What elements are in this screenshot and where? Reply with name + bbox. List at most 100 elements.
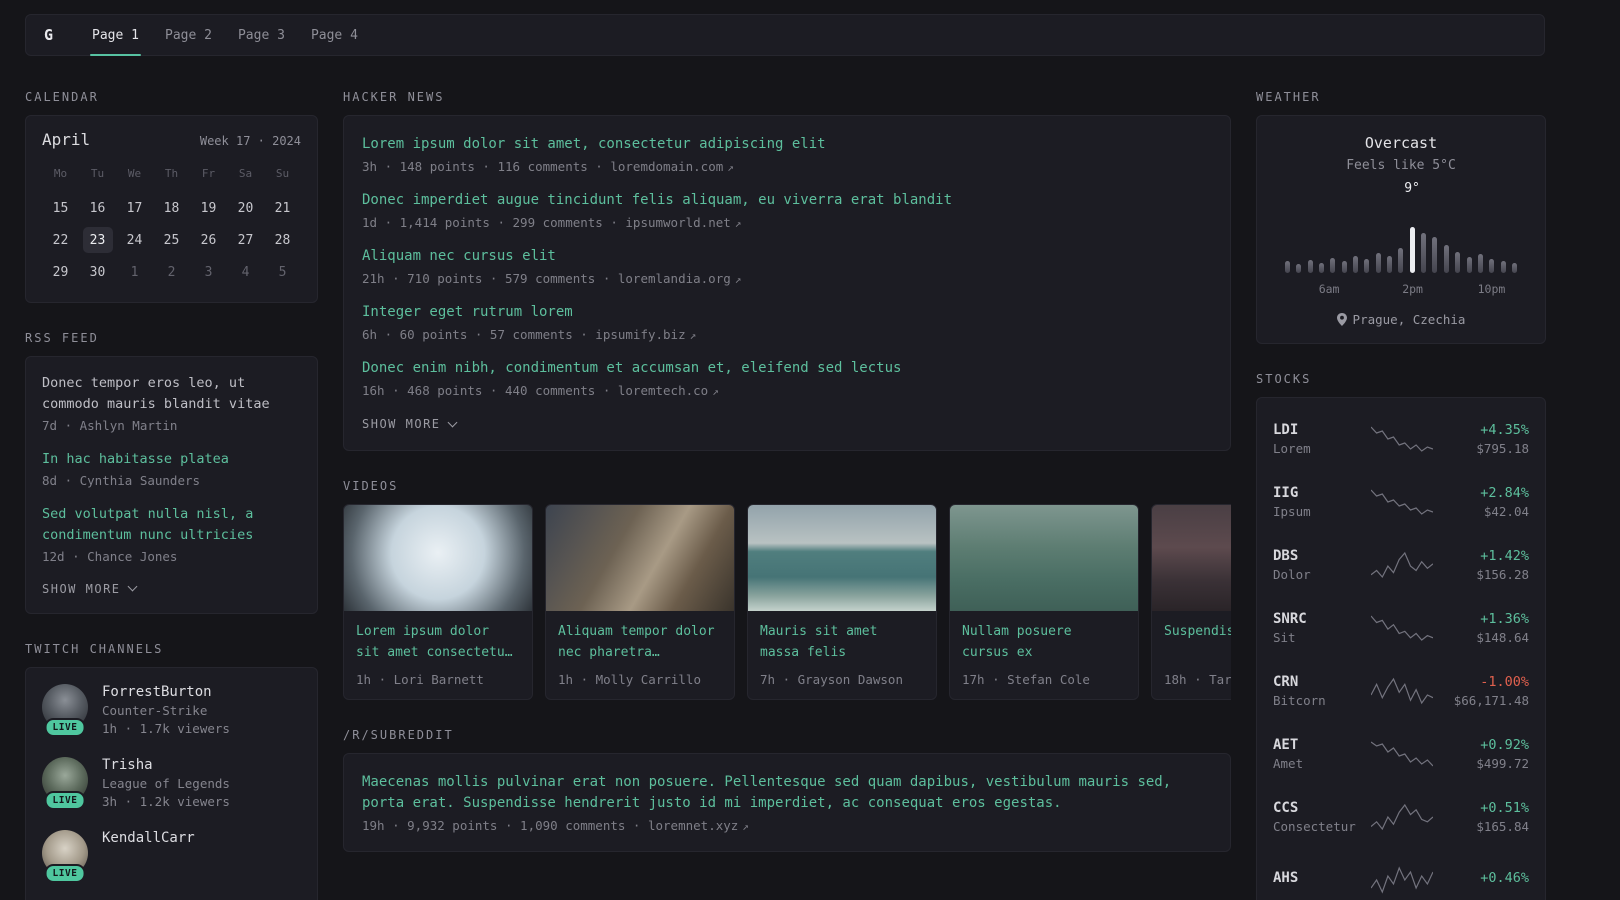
stock-name: Bitcorn bbox=[1273, 692, 1326, 708]
header-tab[interactable]: Page 2 bbox=[152, 15, 225, 55]
twitch-channel-info: KendallCarr bbox=[102, 830, 195, 876]
twitch-channel[interactable]: LIVE Trisha League of Legends 3h · 1.2k … bbox=[42, 756, 301, 810]
video-title[interactable]: Lorem ipsum dolor sit amet consectetu… bbox=[356, 621, 520, 663]
header-tab[interactable]: Page 3 bbox=[225, 15, 298, 55]
sparkline-chart bbox=[1371, 489, 1433, 515]
hn-item-domain-link[interactable]: loremdomain.com ↗ bbox=[610, 159, 734, 174]
hn-item-title[interactable]: Lorem ipsum dolor sit amet, consectetur … bbox=[362, 134, 1212, 155]
twitch-card: LIVE ForrestBurton Counter-Strike 1h · 1… bbox=[25, 666, 318, 900]
stock-row[interactable]: CRN Bitcorn -1.00% $66,171.48 bbox=[1273, 659, 1529, 722]
video-body: Lorem ipsum dolor sit amet consectetu… 1… bbox=[344, 611, 532, 699]
rss-item-title[interactable]: Sed volutpat nulla nisl, a condimentum n… bbox=[42, 504, 301, 546]
video-meta: 17h · Stefan Cole bbox=[962, 672, 1090, 687]
stock-change: +0.92% bbox=[1480, 736, 1529, 753]
external-link-icon: ↗ bbox=[734, 217, 742, 230]
weather-bar bbox=[1489, 259, 1495, 273]
calendar-day: 26 bbox=[200, 232, 217, 248]
hn-item-domain-link[interactable]: loremtech.co ↗ bbox=[618, 383, 719, 398]
stock-info: CCS Consectetur bbox=[1273, 800, 1367, 834]
stock-change: +2.84% bbox=[1480, 484, 1529, 501]
logo[interactable]: G bbox=[44, 15, 79, 55]
weather-bar bbox=[1511, 263, 1517, 273]
stock-row[interactable]: LDI Lorem +4.35% $795.18 bbox=[1273, 407, 1529, 470]
rss-item-meta: 12d · Chance Jones bbox=[42, 548, 178, 564]
stock-row[interactable]: AET Amet +0.92% $499.72 bbox=[1273, 722, 1529, 785]
subreddit-post-title[interactable]: Maecenas mollis pulvinar erat non posuer… bbox=[362, 772, 1212, 814]
calendar-day: 22 bbox=[52, 232, 69, 248]
stock-name: Dolor bbox=[1273, 566, 1311, 582]
video-card[interactable]: Nullam posuere cursus ex 17h · Stefan Co… bbox=[949, 504, 1139, 700]
hn-item-domain-link[interactable]: ipsumworld.net ↗ bbox=[625, 215, 741, 230]
video-card[interactable]: Suspendisse diam 18h · Tara bbox=[1151, 504, 1231, 700]
calendar-day: 29 bbox=[52, 264, 69, 280]
left-column: CALENDAR April Week 17 · 2024 Mo Tu We T… bbox=[25, 90, 318, 900]
video-title[interactable]: Nullam posuere cursus ex bbox=[962, 621, 1126, 663]
calendar-day: 17 bbox=[126, 200, 143, 216]
section-title-weather: WEATHER bbox=[1256, 90, 1321, 104]
stock-symbol: AHS bbox=[1273, 870, 1299, 886]
hn-item-title[interactable]: Donec imperdiet augue tincidunt felis al… bbox=[362, 190, 1212, 211]
hn-item: Aliquam nec cursus elit 21h · 710 points… bbox=[362, 246, 1212, 286]
hn-item-title[interactable]: Aliquam nec cursus elit bbox=[362, 246, 1212, 267]
twitch-channel[interactable]: LIVE KendallCarr bbox=[42, 829, 301, 883]
weather-bar bbox=[1387, 256, 1393, 273]
stock-sparkline bbox=[1367, 550, 1437, 580]
stock-symbol: IIG bbox=[1273, 484, 1299, 501]
video-thumbnail bbox=[546, 505, 734, 611]
stock-change: +0.51% bbox=[1480, 799, 1529, 816]
calendar-day: 4 bbox=[241, 264, 250, 280]
hn-item-title[interactable]: Donec enim nibh, condimentum et accumsan… bbox=[362, 358, 1212, 379]
live-badge: LIVE bbox=[44, 717, 86, 737]
stock-row[interactable]: DBS Dolor +1.42% $156.28 bbox=[1273, 533, 1529, 596]
stock-row[interactable]: IIG Ipsum +2.84% $42.04 bbox=[1273, 470, 1529, 533]
stock-price: $148.64 bbox=[1476, 629, 1529, 645]
twitch-section: TWITCH CHANNELS LIVE ForrestBurton Count… bbox=[25, 642, 318, 900]
sparkline-chart bbox=[1371, 741, 1433, 766]
header-tab[interactable]: Page 1 bbox=[79, 15, 152, 56]
video-title[interactable]: Aliquam tempor dolor nec pharetra… bbox=[558, 621, 722, 663]
video-title[interactable]: Mauris sit amet massa felis bbox=[760, 621, 924, 663]
rss-item-title[interactable]: Donec tempor eros leo, ut commodo mauris… bbox=[42, 373, 301, 415]
hn-item: Lorem ipsum dolor sit amet, consectetur … bbox=[362, 134, 1212, 174]
video-card[interactable]: Mauris sit amet massa felis 7h · Grayson… bbox=[747, 504, 937, 700]
hn-item-title[interactable]: Integer eget rutrum lorem bbox=[362, 302, 1212, 323]
calendar-day: 25 bbox=[163, 232, 180, 248]
rss-show-more-button[interactable]: SHOW MORE bbox=[42, 582, 137, 596]
hn-item-domain-link[interactable]: loremlandia.org ↗ bbox=[618, 271, 742, 286]
twitch-channel-name: KendallCarr bbox=[102, 829, 195, 846]
video-title[interactable]: Suspendisse diam bbox=[1164, 621, 1231, 663]
calendar-day: 2 bbox=[167, 264, 176, 280]
stock-row[interactable]: CCS Consectetur +0.51% $165.84 bbox=[1273, 785, 1529, 848]
header-tabs: Page 1 Page 2 Page 3 Page 4 bbox=[79, 15, 371, 56]
rss-section: RSS FEED Donec tempor eros leo, ut commo… bbox=[25, 331, 318, 614]
stock-info: AET Amet bbox=[1273, 737, 1367, 771]
weather-bar bbox=[1466, 257, 1472, 273]
stock-row[interactable]: AHS +0.46% bbox=[1273, 848, 1529, 900]
content: CALENDAR April Week 17 · 2024 Mo Tu We T… bbox=[0, 90, 1620, 900]
hn-item-domain-link[interactable]: ipsumify.biz ↗ bbox=[595, 327, 696, 342]
stock-name: Lorem bbox=[1273, 440, 1311, 456]
twitch-channel-meta: 1h · 1.7k viewers bbox=[102, 720, 230, 736]
stock-row[interactable]: SNRC Sit +1.36% $148.64 bbox=[1273, 596, 1529, 659]
calendar-day: 28 bbox=[274, 232, 291, 248]
calendar-day: 21 bbox=[274, 200, 291, 216]
twitch-channel-info: ForrestBurton Counter-Strike 1h · 1.7k v… bbox=[102, 684, 230, 736]
header-tab[interactable]: Page 4 bbox=[298, 15, 371, 55]
stock-price: $165.84 bbox=[1476, 818, 1529, 834]
video-card[interactable]: Lorem ipsum dolor sit amet consectetu… 1… bbox=[343, 504, 533, 700]
stock-price: $499.72 bbox=[1476, 755, 1529, 771]
hn-item-meta-text: 1d · 1,414 points · 299 comments · bbox=[362, 215, 626, 230]
twitch-channel[interactable]: LIVE ForrestBurton Counter-Strike 1h · 1… bbox=[42, 683, 301, 737]
subreddit-post-domain-link[interactable]: loremnet.xyz ↗ bbox=[648, 818, 749, 833]
weather-bar bbox=[1330, 258, 1336, 273]
stock-sparkline bbox=[1367, 739, 1437, 769]
rss-item-title[interactable]: In hac habitasse platea bbox=[42, 449, 301, 470]
stock-symbol: LDI bbox=[1273, 421, 1299, 438]
video-thumbnail bbox=[344, 505, 532, 611]
live-badge: LIVE bbox=[44, 790, 86, 810]
stock-change: +1.42% bbox=[1480, 547, 1529, 564]
video-card[interactable]: Aliquam tempor dolor nec pharetra… 1h · … bbox=[545, 504, 735, 700]
hackernews-show-more-button[interactable]: SHOW MORE bbox=[362, 417, 457, 431]
calendar-day: 1 bbox=[130, 264, 139, 280]
subreddit-card: Maecenas mollis pulvinar erat non posuer… bbox=[343, 753, 1231, 852]
